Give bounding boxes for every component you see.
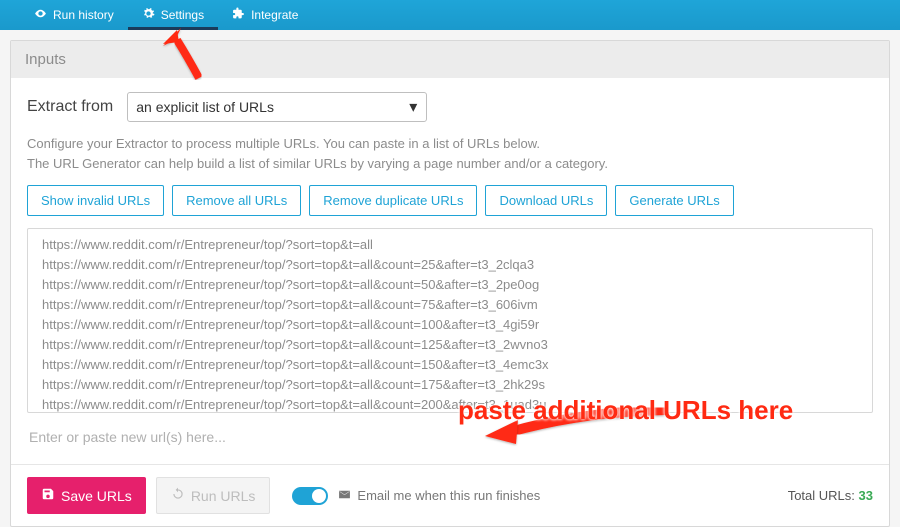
list-item[interactable]: https://www.reddit.com/r/Entrepreneur/to… <box>28 235 872 255</box>
topbar: Run history Settings Integrate <box>0 0 900 30</box>
help-line: The URL Generator can help build a list … <box>27 154 873 174</box>
list-item[interactable]: https://www.reddit.com/r/Entrepreneur/to… <box>28 335 872 355</box>
tab-label: Run history <box>53 8 114 22</box>
list-item[interactable]: https://www.reddit.com/r/Entrepreneur/to… <box>28 255 872 275</box>
tab-label: Integrate <box>251 8 298 22</box>
footer-row: Save URLs Run URLs Email me when this ru… <box>27 477 873 514</box>
total-urls: Total URLs: 33 <box>788 488 873 503</box>
total-label: Total URLs: <box>788 488 855 503</box>
help-line: Configure your Extractor to process mult… <box>27 134 873 154</box>
tab-settings[interactable]: Settings <box>128 0 218 30</box>
url-list[interactable]: https://www.reddit.com/r/Entrepreneur/to… <box>27 228 873 413</box>
list-item[interactable]: https://www.reddit.com/r/Entrepreneur/to… <box>28 395 872 413</box>
total-count: 33 <box>859 488 873 503</box>
extract-from-label: Extract from <box>27 98 113 116</box>
generate-urls-button[interactable]: Generate URLs <box>615 185 733 216</box>
refresh-icon <box>171 487 185 504</box>
help-text: Configure your Extractor to process mult… <box>27 134 873 173</box>
email-toggle[interactable] <box>292 487 328 505</box>
remove-all-button[interactable]: Remove all URLs <box>172 185 301 216</box>
save-icon <box>41 487 55 504</box>
run-urls-button[interactable]: Run URLs <box>156 477 271 514</box>
save-urls-button[interactable]: Save URLs <box>27 477 146 514</box>
remove-duplicate-button[interactable]: Remove duplicate URLs <box>309 185 477 216</box>
tab-integrate[interactable]: Integrate <box>218 0 312 30</box>
email-text: Email me when this run finishes <box>357 488 540 503</box>
button-label: Save URLs <box>61 488 132 504</box>
extract-from-select[interactable]: an explicit list of URLs <box>127 92 427 122</box>
envelope-icon <box>338 488 351 504</box>
inputs-panel: Inputs Extract from an explicit list of … <box>10 40 890 527</box>
list-item[interactable]: https://www.reddit.com/r/Entrepreneur/to… <box>28 355 872 375</box>
email-label: Email me when this run finishes <box>338 488 540 504</box>
tab-label: Settings <box>161 8 204 22</box>
url-actions-row: Show invalid URLs Remove all URLs Remove… <box>27 185 873 216</box>
extract-from-select-wrap: an explicit list of URLs <box>127 92 427 122</box>
divider <box>11 464 889 465</box>
new-url-input[interactable] <box>27 423 873 452</box>
list-item[interactable]: https://www.reddit.com/r/Entrepreneur/to… <box>28 275 872 295</box>
gear-icon <box>142 7 155 23</box>
panel-title: Inputs <box>11 41 889 78</box>
list-item[interactable]: https://www.reddit.com/r/Entrepreneur/to… <box>28 315 872 335</box>
list-item[interactable]: https://www.reddit.com/r/Entrepreneur/to… <box>28 375 872 395</box>
list-item[interactable]: https://www.reddit.com/r/Entrepreneur/to… <box>28 295 872 315</box>
tab-run-history[interactable]: Run history <box>20 0 128 30</box>
show-invalid-button[interactable]: Show invalid URLs <box>27 185 164 216</box>
puzzle-icon <box>232 7 245 23</box>
button-label: Run URLs <box>191 488 256 504</box>
download-urls-button[interactable]: Download URLs <box>485 185 607 216</box>
eye-icon <box>34 7 47 23</box>
